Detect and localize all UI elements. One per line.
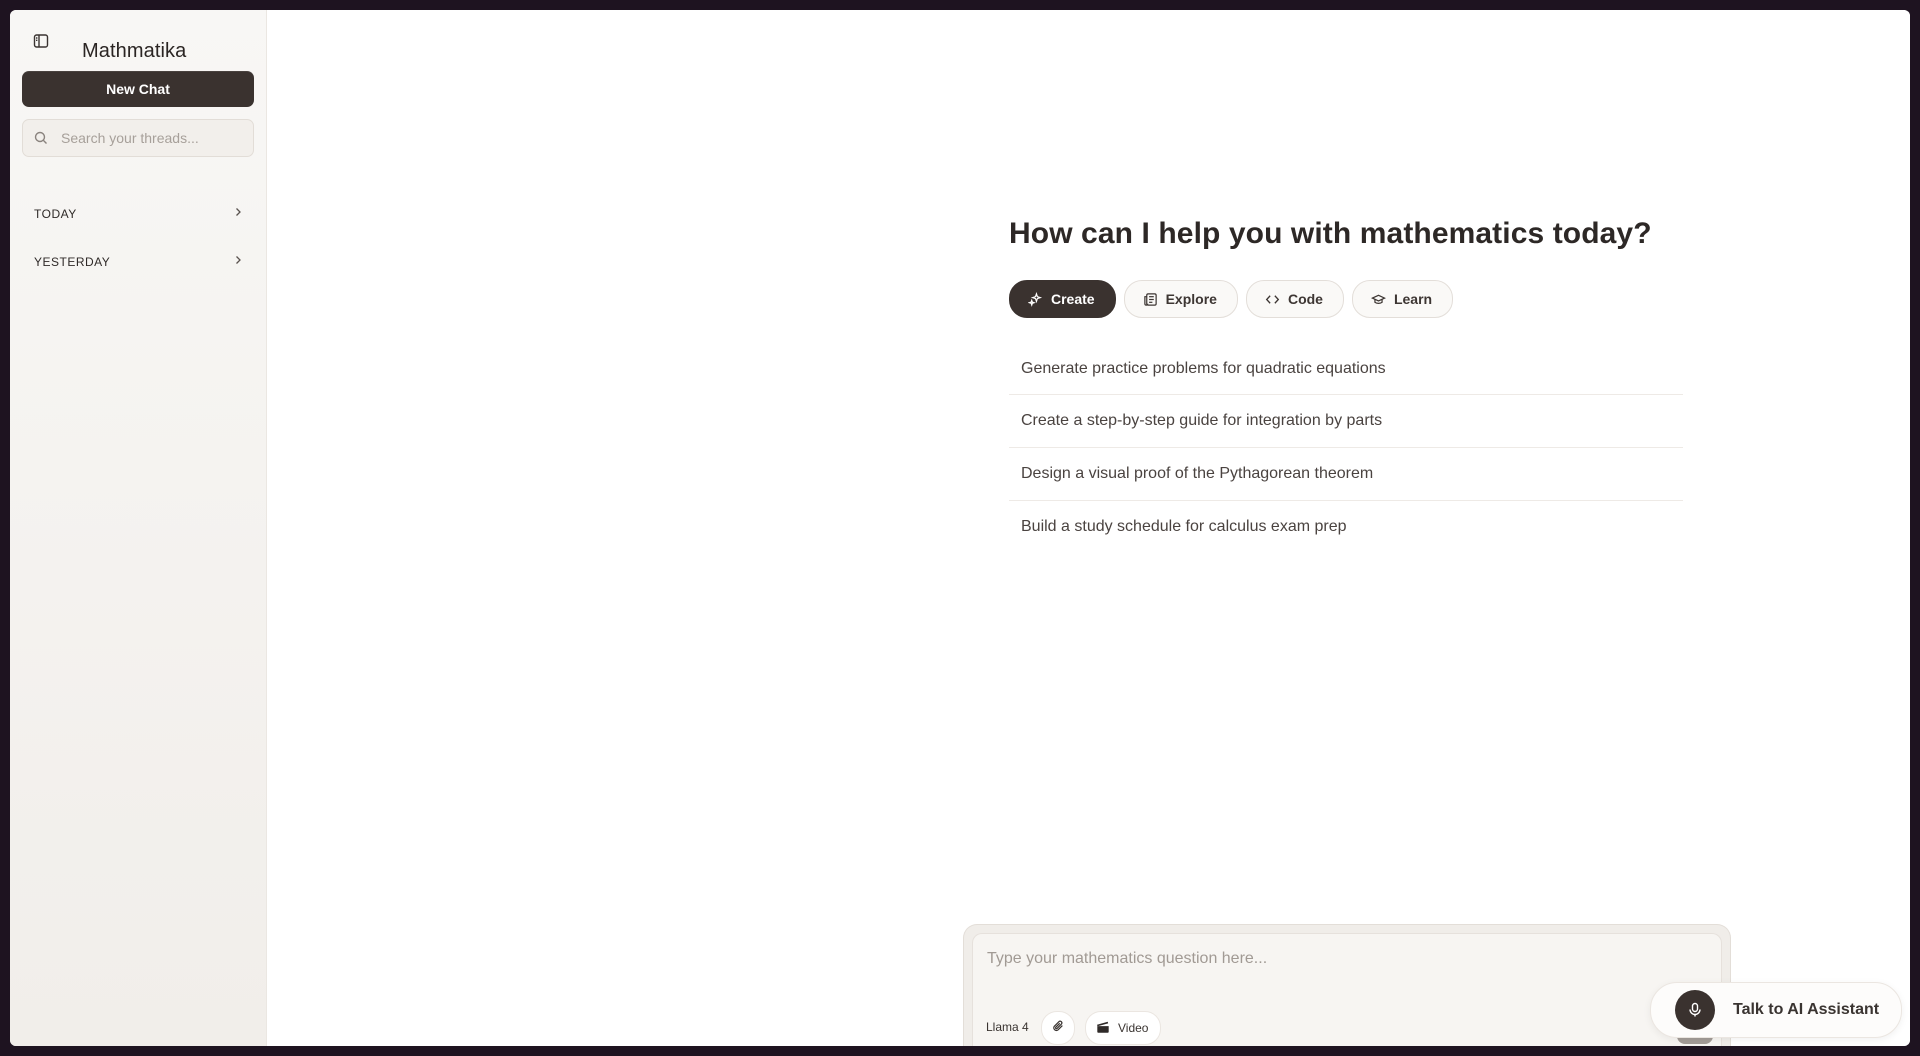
sparkles-icon (1028, 291, 1043, 307)
main-area: How can I help you with mathematics toda… (267, 10, 1910, 1046)
app-title: Mathmatika (82, 40, 187, 62)
suggestion-item[interactable]: Create a step-by-step guide for integrat… (1009, 395, 1683, 448)
section-label: YESTERDAY (34, 255, 111, 269)
suggestion-item[interactable]: Generate practice problems for quadratic… (1009, 343, 1683, 395)
search-icon (34, 130, 50, 146)
tab-create[interactable]: Create (1009, 280, 1116, 318)
tab-explore[interactable]: Explore (1123, 280, 1238, 318)
section-yesterday[interactable]: YESTERDAY (34, 252, 244, 272)
code-icon (1265, 292, 1280, 307)
thread-search[interactable] (22, 119, 254, 157)
newspaper-icon (1143, 292, 1158, 307)
paperclip-icon (1051, 1019, 1065, 1038)
composer: Llama 4 Video (972, 933, 1722, 1046)
tab-code[interactable]: Code (1245, 280, 1344, 318)
video-label: Video (1118, 1021, 1149, 1035)
model-selector[interactable]: Llama 4 (986, 1020, 1029, 1034)
tab-learn[interactable]: Learn (1351, 280, 1454, 318)
tab-label: Create (1051, 291, 1095, 307)
search-input[interactable] (59, 129, 243, 147)
tab-label: Code (1287, 291, 1323, 307)
chevron-right-icon (232, 205, 244, 223)
suggestion-item[interactable]: Design a visual proof of the Pythagorean… (1009, 448, 1683, 501)
chevron-right-icon (232, 253, 244, 271)
new-chat-button[interactable]: New Chat (22, 71, 254, 107)
attach-button[interactable] (1041, 1011, 1075, 1045)
message-input[interactable] (985, 948, 1689, 980)
sidebar: Mathmatika New Chat TODAY YESTERDAY (10, 10, 267, 1046)
voice-assistant-button[interactable]: Talk to AI Assistant (1650, 982, 1902, 1038)
clapperboard-icon (1096, 1020, 1110, 1037)
video-button[interactable]: Video (1085, 1011, 1162, 1045)
tab-label: Explore (1165, 291, 1217, 307)
section-label: TODAY (34, 207, 77, 221)
suggestion-list: Generate practice problems for quadratic… (1009, 350, 1683, 553)
graduation-cap-icon (1370, 292, 1386, 307)
section-today[interactable]: TODAY (34, 204, 244, 224)
suggestion-item[interactable]: Build a study schedule for calculus exam… (1009, 501, 1683, 553)
category-tabs: Create Explore Code Learn (1009, 280, 1454, 318)
microphone-icon (1675, 990, 1715, 1030)
page-title: How can I help you with mathematics toda… (1009, 217, 1652, 250)
app-window: Mathmatika New Chat TODAY YESTERDAY How … (10, 10, 1910, 1046)
voice-assistant-label: Talk to AI Assistant (1733, 1001, 1880, 1018)
composer-container: Llama 4 Video (963, 924, 1731, 1046)
sidebar-toggle-icon[interactable] (33, 33, 49, 49)
tab-label: Learn (1393, 291, 1433, 307)
